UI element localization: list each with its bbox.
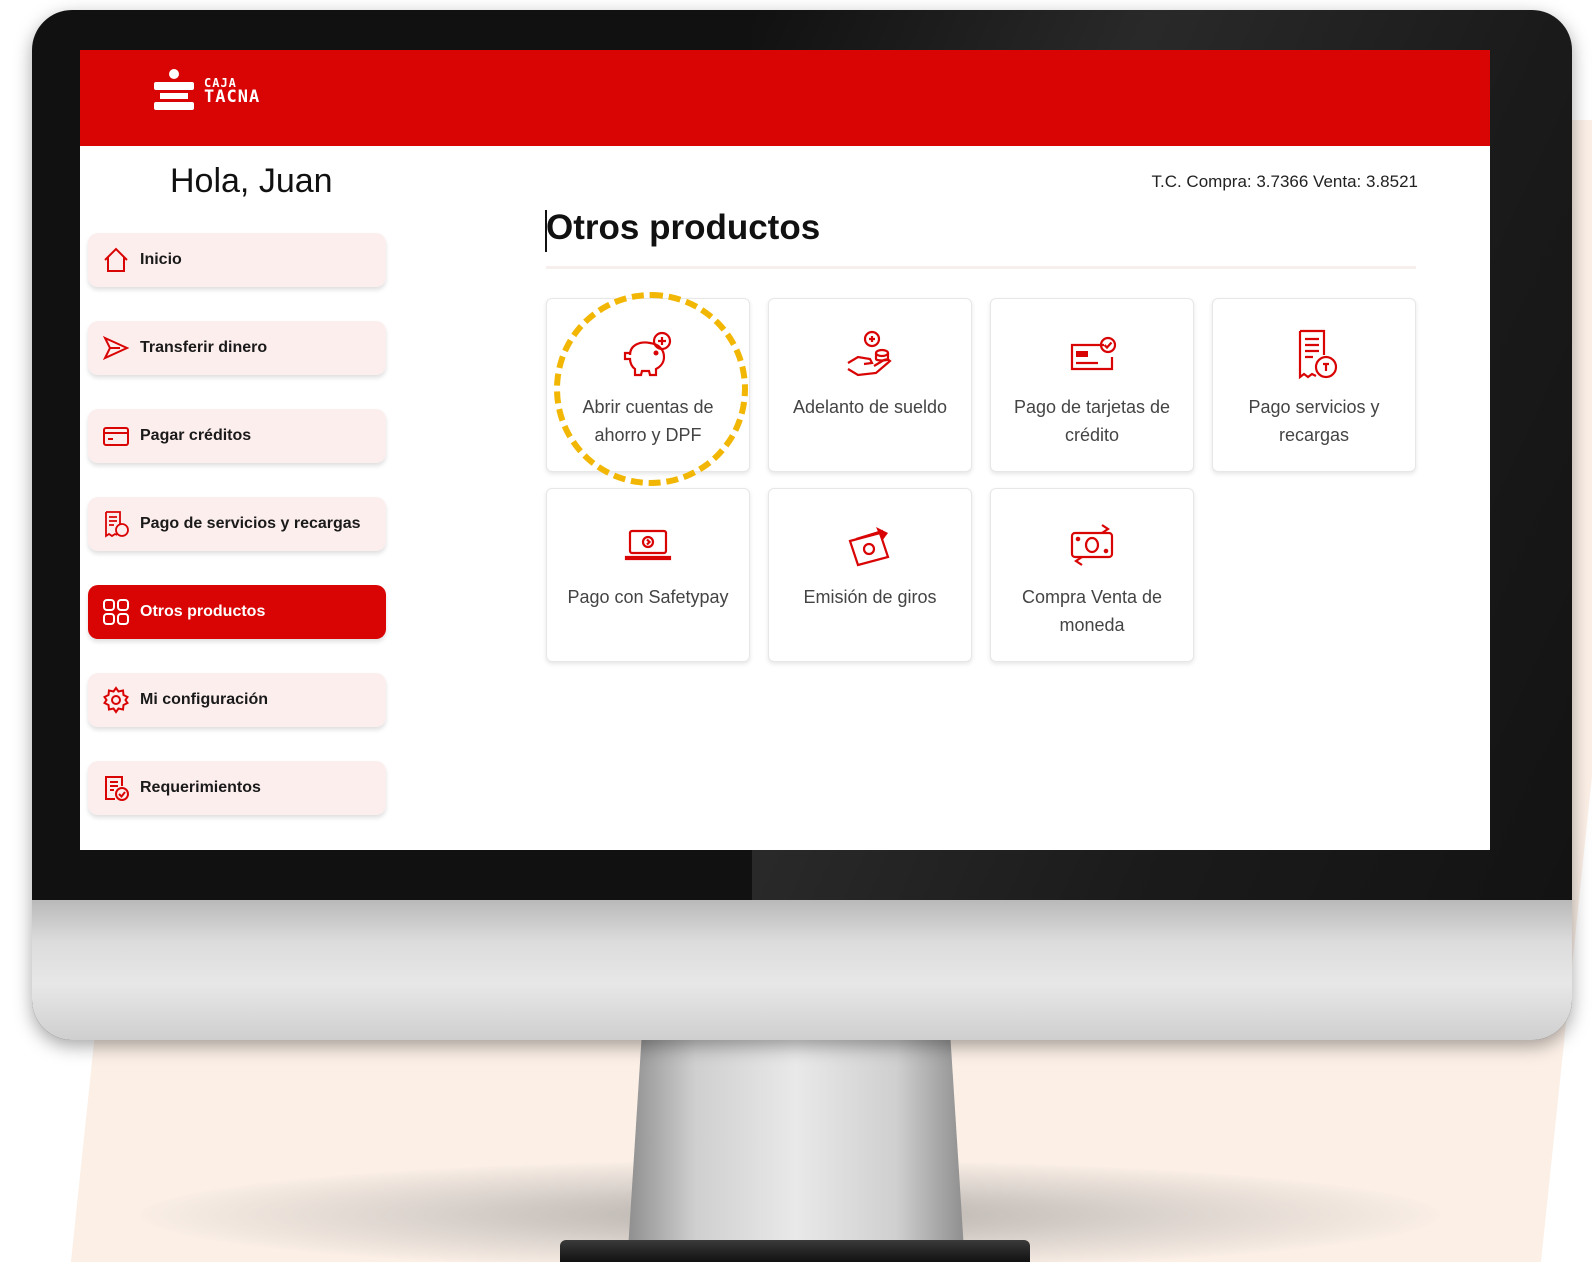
logo-text-tacna: TACNA	[204, 87, 261, 107]
sidebar-item-pago-servicios[interactable]: Pago de servicios y recargas	[88, 497, 386, 551]
monitor-stand	[628, 1040, 964, 1250]
product-card-emision-giros[interactable]: Emisión de giros	[768, 488, 972, 662]
sidebar-item-label: Inicio	[140, 251, 182, 268]
sidebar-item-label: Mi configuración	[140, 691, 268, 708]
product-card-safetypay[interactable]: Pago con Safetypay	[546, 488, 750, 662]
product-card-abrir-cuentas[interactable]: Abrir cuentas de ahorro y DPF	[546, 298, 750, 472]
sidebar-item-label: Requerimientos	[140, 779, 261, 796]
exchange-rate: T.C. Compra: 3.7366 Venta: 3.8521	[1151, 172, 1418, 191]
monitor-stand-base	[560, 1240, 1030, 1262]
app-screen: CAJA TACNA Hola, Juan Inicio Transferir …	[80, 50, 1490, 850]
product-card-label: Emisión de giros	[803, 587, 937, 607]
product-card-label: Pago con Safetypay	[567, 587, 729, 607]
caja-tacna-logo[interactable]: CAJA TACNA	[150, 66, 260, 114]
product-card-pago-tarjetas[interactable]: Pago de tarjetas de crédito	[990, 298, 1194, 472]
product-card-compra-venta[interactable]: Compra Venta de moneda	[990, 488, 1194, 662]
greeting: Hola, Juan	[170, 162, 333, 200]
currency-exchange-icon	[1064, 519, 1120, 571]
money-transfer-icon	[842, 519, 898, 571]
sidebar-item-label: Otros productos	[140, 603, 266, 620]
grid-icon	[102, 598, 130, 626]
gear-icon	[102, 686, 130, 714]
product-card-pago-servicios[interactable]: Pago servicios y recargas	[1212, 298, 1416, 472]
sidebar-item-requerimientos[interactable]: Requerimientos	[88, 761, 386, 815]
title-divider	[546, 266, 1416, 269]
hand-coins-icon	[842, 329, 898, 381]
sidebar-item-label: Transferir dinero	[140, 339, 268, 356]
sidebar-item-mi-configuracion[interactable]: Mi configuración	[88, 673, 386, 727]
product-card-label: Pago servicios y recargas	[1248, 397, 1380, 445]
sidebar-nav: Inicio Transferir dinero Pagar créditos …	[88, 233, 388, 849]
sidebar-item-label: Pagar créditos	[140, 427, 252, 444]
document-check-icon	[102, 774, 130, 802]
logo-mark-icon	[154, 69, 194, 110]
product-card-adelanto-sueldo[interactable]: Adelanto de sueldo	[768, 298, 972, 472]
sidebar-item-inicio[interactable]: Inicio	[88, 233, 386, 287]
top-bar: CAJA TACNA	[80, 50, 1490, 146]
monitor-chin	[32, 900, 1572, 1040]
piggy-bank-plus-icon	[620, 329, 676, 381]
credit-card-icon	[102, 422, 130, 450]
product-card-label: Compra Venta de moneda	[1021, 587, 1163, 635]
sidebar-item-pagar-creditos[interactable]: Pagar créditos	[88, 409, 386, 463]
laptop-pay-icon	[620, 519, 676, 571]
product-card-label: Pago de tarjetas de crédito	[1013, 397, 1171, 445]
home-icon	[102, 246, 130, 274]
product-card-label: Abrir cuentas de ahorro y DPF	[582, 397, 714, 445]
page-title: Otros productos	[546, 208, 821, 247]
sidebar-item-label: Pago de servicios y recargas	[140, 515, 361, 532]
sidebar-item-otros-productos[interactable]: Otros productos	[88, 585, 386, 639]
monitor: CAJA TACNA Hola, Juan Inicio Transferir …	[32, 10, 1572, 1040]
sidebar-item-transferir[interactable]: Transferir dinero	[88, 321, 386, 375]
send-icon	[102, 334, 130, 362]
product-card-label: Adelanto de sueldo	[792, 397, 948, 417]
card-check-icon	[1064, 329, 1120, 381]
receipt-soles-icon	[1286, 329, 1342, 381]
receipt-soles-icon	[102, 510, 130, 538]
